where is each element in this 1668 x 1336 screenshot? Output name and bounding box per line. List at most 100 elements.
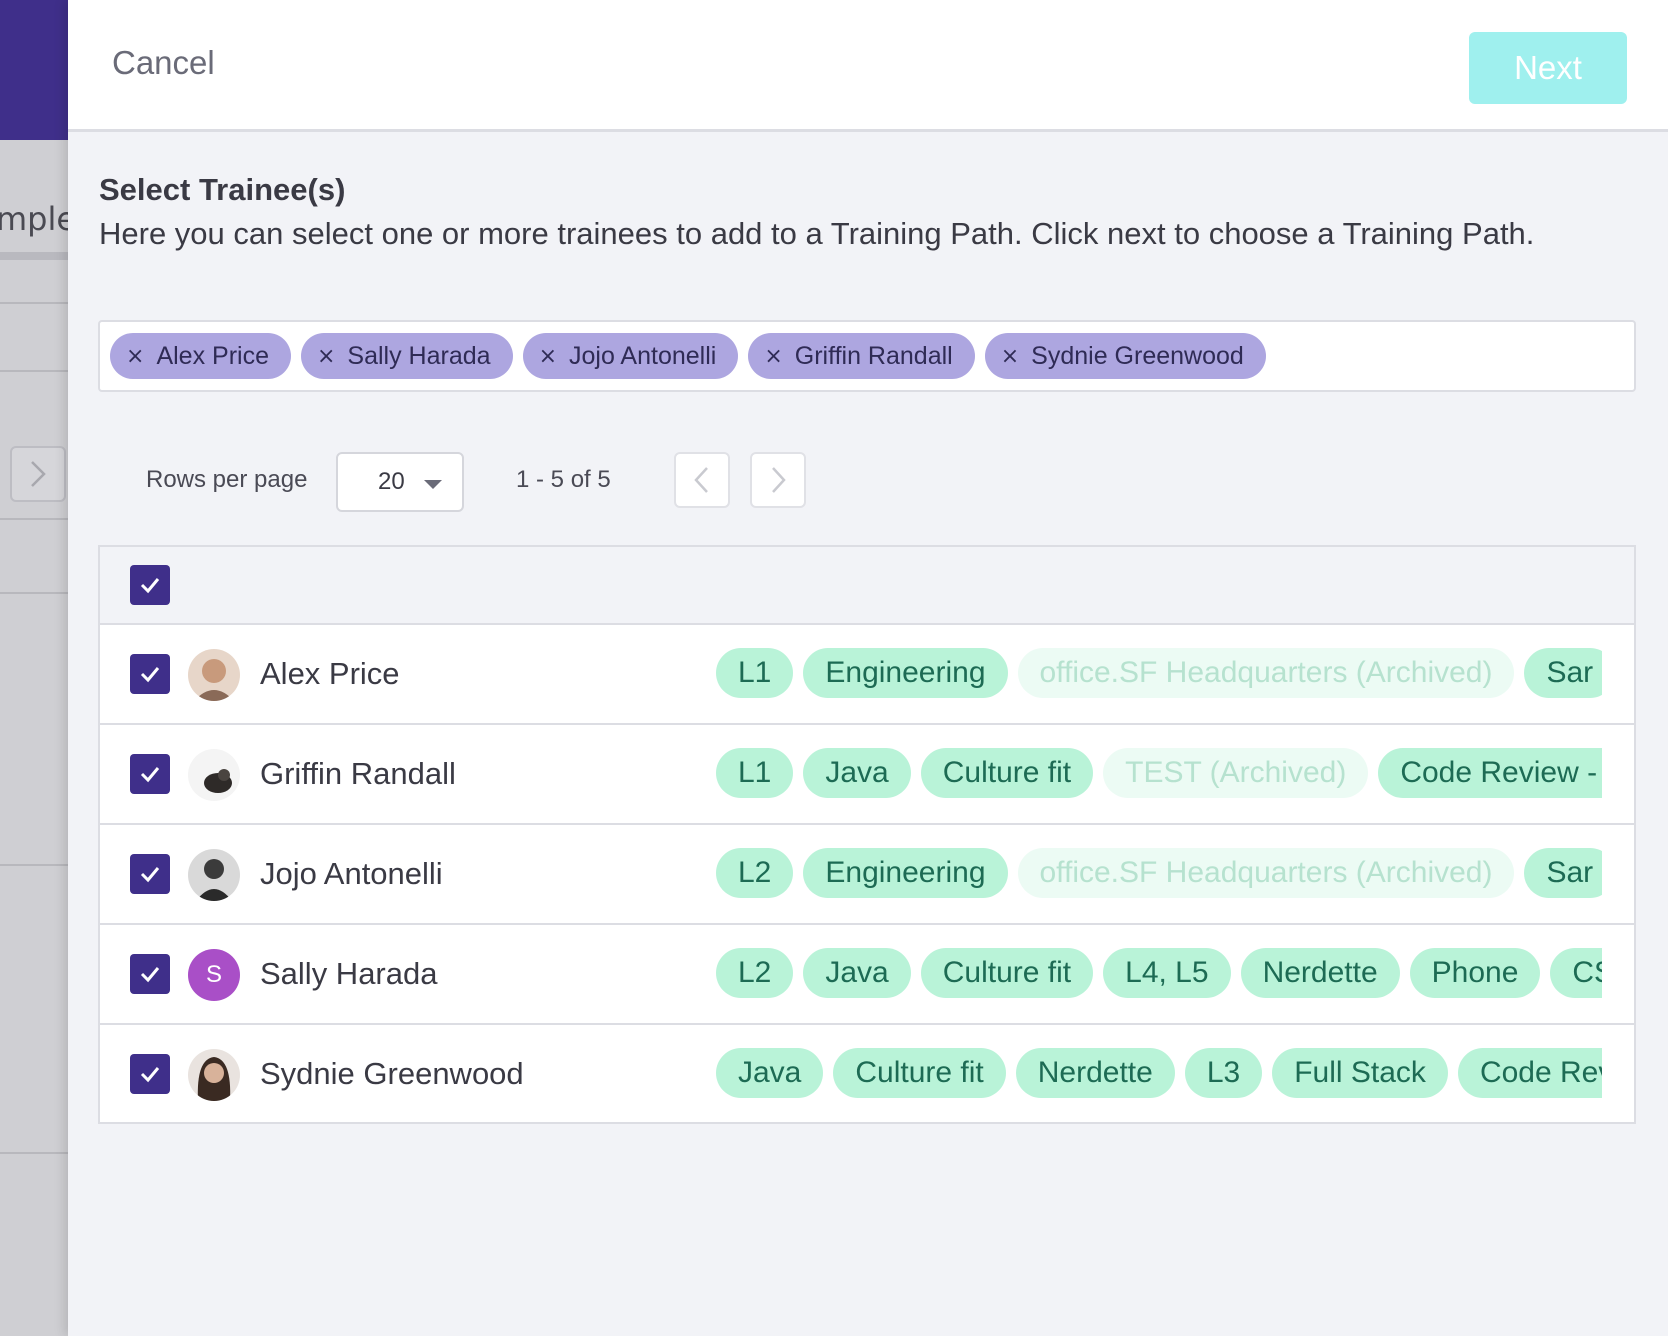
tag-list: L2 Engineering office.SF Headquarters (Arc… [716,848,1602,902]
trainee-name: Sydnie Greenwood [260,1056,524,1091]
chevron-left-icon [694,467,708,493]
select-trainees-modal: Cancel Next Select Trainee(s) Here you c… [68,0,1668,1336]
tag: Engineering [803,848,1008,898]
tag: Java [716,1048,824,1098]
next-page-button[interactable] [750,452,806,508]
tag: Code Review - F [1378,748,1602,798]
tag: L2 [716,848,794,898]
page-range-text: 1 - 5 of 5 [516,466,611,493]
rows-per-page-value: 20 [378,468,405,495]
tag: L2 [716,948,794,998]
section-title: Select Trainee(s) [99,172,346,207]
tag: Engineering [803,648,1008,698]
chevron-right-icon [772,467,786,493]
tag: Code Rev [1457,1048,1602,1098]
row-checkbox[interactable] [130,754,170,794]
background-divider [0,302,68,304]
tag: Nerdette [1240,948,1400,998]
chip-label: Sydnie Greenwood [1031,341,1244,370]
background-divider [0,592,68,594]
tag: Full Stack [1272,1048,1448,1098]
modal-header: Cancel Next [68,0,1668,132]
row-checkbox[interactable] [130,854,170,894]
select-all-checkbox[interactable] [130,565,170,605]
table-row[interactable]: Jojo Antonelli L2 Engineering office.SF Hea… [100,825,1634,925]
background-divider [0,864,68,866]
tag: Phone [1409,948,1541,998]
tag-list: L2JavaCulture fitL4, L5NerdettePhoneCS [716,948,1602,1002]
row-checkbox[interactable] [130,1054,170,1094]
tag: Culture fit [833,1048,1006,1098]
archived-tag: office.SF Headquarters (Archived) [1017,848,1515,898]
background-divider [0,1152,68,1154]
table-row[interactable]: Alex Price L1 Engineering office.SF Headqua… [100,625,1634,725]
remove-chip-icon[interactable]: × [1001,344,1019,369]
caret-down-icon [424,480,442,489]
table-body: Alex Price L1 Engineering office.SF Headqua… [100,625,1634,1122]
selected-trainees-input[interactable]: × Alex Price × Sally Harada × Jojo Antonelli ×… [98,320,1636,392]
tag: Culture fit [920,948,1094,998]
archived-tag: office.SF Headquarters (Archived) [1017,648,1515,698]
check-icon [140,667,160,683]
tag: Nerdette [1015,1048,1175,1098]
row-checkbox[interactable] [130,954,170,994]
tag: L4, L5 [1103,948,1231,998]
trainee-name: Griffin Randall [260,756,456,791]
avatar: S [188,949,240,1001]
selected-chip[interactable]: × Jojo Antonelli [522,333,739,379]
tag: Culture fit [920,748,1094,798]
background-top-bar [0,0,68,140]
check-icon [140,967,160,983]
table-header [100,547,1634,625]
background-tab-underline [0,252,68,260]
rows-per-page-select[interactable]: 20 [336,452,464,512]
table-row[interactable]: S Sally Harada L2 Java Culture fit L4, L5 Nerd… [100,925,1634,1025]
background-chevron-right-icon [10,446,66,502]
avatar [188,649,240,701]
selected-chip[interactable]: × Griffin Randall [748,333,975,379]
remove-chip-icon[interactable]: × [539,344,557,369]
trainees-table: Alex Price L1 Engineering office.SF Headqua… [98,545,1636,1124]
section-description: Here you can select one or more trainees… [99,216,1535,251]
chip-label: Jojo Antonelli [569,341,717,370]
remove-chip-icon[interactable]: × [317,344,335,369]
chip-label: Sally Harada [347,341,491,370]
tag-list: Java Culture fit Nerdette L3 Full Stack Code … [716,1048,1602,1102]
trainee-name: Sally Harada [260,956,438,991]
previous-page-button[interactable] [674,452,730,508]
check-icon [140,1067,160,1083]
avatar [188,1049,240,1101]
tag: Sar [1524,648,1602,698]
avatar [188,749,240,801]
check-icon [140,578,160,594]
background-divider [0,518,68,520]
tag: L1 [716,748,794,798]
tag: L1 [716,648,794,698]
rows-per-page-label: Rows per page [146,466,308,493]
avatar [188,849,240,901]
selected-chip[interactable]: × Sydnie Greenwood [984,333,1266,379]
background-tab-label: mplet [0,200,68,238]
tag: CS [1550,948,1602,998]
check-icon [140,867,160,883]
table-row[interactable]: Sydnie Greenwood Java Culture fit Nerdette L… [100,1025,1634,1122]
background-app: mplet [0,0,68,1336]
tag: Java [803,748,911,798]
next-button[interactable]: Next [1469,32,1627,104]
check-icon [140,767,160,783]
row-checkbox[interactable] [130,654,170,694]
archived-tag: TEST (Archived) [1103,748,1369,798]
trainee-name: Alex Price [260,656,400,691]
remove-chip-icon[interactable]: × [126,344,144,369]
background-divider [0,370,68,372]
remove-chip-icon[interactable]: × [764,344,782,369]
tag: L3 [1184,1048,1263,1098]
selected-chip[interactable]: × Alex Price [110,333,291,379]
tag: Java [803,948,911,998]
cancel-button[interactable]: Cancel [112,44,215,82]
tag-list: L1 Java Culture fit TEST (Archived) Code Rev… [716,748,1602,802]
trainee-name: Jojo Antonelli [260,856,443,891]
tag-list: L1 Engineering office.SF Headquarters (Arc… [716,648,1602,702]
selected-chip[interactable]: × Sally Harada [300,333,513,379]
table-row[interactable]: Griffin Randall L1 Java Culture fit TEST (Ar… [100,725,1634,825]
